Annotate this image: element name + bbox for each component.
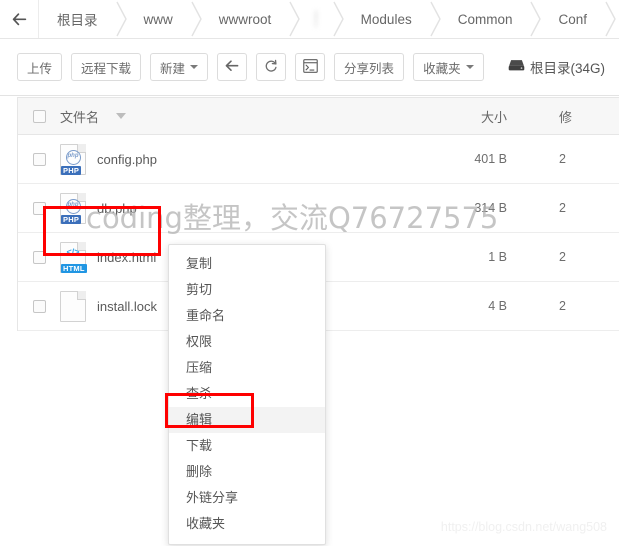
file-mtime-cell: 2: [559, 201, 566, 215]
context-menu-item-scan[interactable]: 查杀: [169, 381, 325, 407]
file-type-badge: HTML: [61, 263, 87, 273]
table-header-row: 文件名 大小 修: [18, 98, 619, 135]
breadcrumb-separator-icon: [114, 0, 130, 38]
table-row[interactable]: php PHP config.php 401 B 2: [18, 135, 619, 184]
new-button[interactable]: 新建: [150, 53, 209, 81]
file-name-cell[interactable]: php PHP db.php: [60, 192, 409, 224]
file-name-label: config.php: [97, 151, 157, 167]
file-name-cell[interactable]: php PHP config.php: [60, 143, 409, 175]
breadcrumb-separator-icon: [189, 0, 205, 38]
breadcrumb-item-wwwroot[interactable]: wwwroot: [205, 0, 288, 38]
refresh-icon: [264, 59, 278, 76]
select-all-checkbox[interactable]: [32, 109, 46, 123]
watermark-url: https://blog.csdn.net/wang508: [440, 520, 607, 534]
back-button[interactable]: [217, 53, 248, 81]
sort-desc-icon[interactable]: [116, 113, 127, 119]
html-file-icon: </> HTML: [60, 241, 87, 273]
table-row[interactable]: php PHP db.php 314 B 2: [18, 184, 619, 233]
breadcrumb-separator-icon: [287, 0, 303, 38]
breadcrumb-items: 根目录 www wwwroot Modules Common Conf: [39, 0, 619, 38]
row-checkbox[interactable]: [32, 250, 46, 264]
file-type-badge: PHP: [61, 165, 82, 175]
terminal-icon: [302, 58, 318, 76]
breadcrumb-item-root[interactable]: 根目录: [39, 0, 114, 38]
disk-usage-indicator[interactable]: 根目录(34G): [508, 57, 605, 77]
hard-disk-icon: [508, 59, 525, 75]
column-header-size[interactable]: 大小: [409, 107, 559, 126]
row-select-cell[interactable]: [18, 152, 60, 166]
new-button-label: 新建: [160, 61, 186, 76]
context-menu-item-edit[interactable]: 编辑: [169, 407, 325, 433]
column-header-name[interactable]: 文件名: [60, 107, 409, 126]
file-name-label: index.html: [97, 249, 157, 265]
php-file-icon: php PHP: [60, 143, 86, 175]
context-menu-item-rename[interactable]: 重命名: [169, 303, 325, 329]
terminal-button[interactable]: [295, 53, 326, 81]
breadcrumb-back-button[interactable]: [0, 0, 39, 38]
file-mtime-cell: 2: [559, 152, 566, 166]
context-menu-item-delete[interactable]: 删除: [169, 459, 325, 485]
row-select-cell[interactable]: [18, 250, 60, 264]
breadcrumb-item-conf[interactable]: Conf: [544, 0, 603, 38]
file-name-label: db.php: [97, 200, 137, 216]
breadcrumb-item-redacted[interactable]: [315, 10, 317, 28]
file-context-menu: 复制 剪切 重命名 权限 压缩 查杀 编辑 下载 删除 外链分享 收藏夹: [168, 244, 326, 545]
column-header-name-label: 文件名: [60, 109, 100, 125]
breadcrumb-separator-icon: [331, 0, 347, 38]
context-menu-item-copy[interactable]: 复制: [169, 251, 325, 277]
file-type-badge: PHP: [61, 214, 82, 224]
breadcrumb-separator-icon: [428, 0, 444, 38]
disk-usage-label: 根目录(34G): [529, 61, 605, 76]
refresh-button[interactable]: [256, 53, 287, 81]
chevron-down-icon: [465, 65, 474, 69]
file-size-cell: 4 B: [488, 299, 507, 313]
row-checkbox[interactable]: [32, 299, 46, 313]
file-name-label: install.lock: [97, 298, 157, 314]
file-size-cell: 1 B: [488, 250, 507, 264]
file-mtime-cell: 2: [559, 299, 566, 313]
context-menu-item-favorites[interactable]: 收藏夹: [169, 511, 325, 537]
breadcrumb: 根目录 www wwwroot Modules Common Conf: [0, 0, 619, 39]
context-menu-item-permission[interactable]: 权限: [169, 329, 325, 355]
row-select-cell[interactable]: [18, 201, 60, 215]
context-menu-item-compress[interactable]: 压缩: [169, 355, 325, 381]
file-mtime-cell: 2: [559, 250, 566, 264]
breadcrumb-item-www[interactable]: www: [130, 0, 189, 38]
row-checkbox[interactable]: [32, 152, 46, 166]
column-header-mtime[interactable]: 修: [559, 107, 619, 126]
row-select-cell[interactable]: [18, 299, 60, 313]
file-size-cell: 314 B: [474, 201, 507, 215]
breadcrumb-item-modules[interactable]: Modules: [347, 0, 428, 38]
remote-download-button[interactable]: 远程下载: [71, 53, 142, 81]
share-list-button[interactable]: 分享列表: [334, 53, 405, 81]
context-menu-item-cut[interactable]: 剪切: [169, 277, 325, 303]
arrow-left-icon: [12, 12, 27, 26]
breadcrumb-separator-icon: [528, 0, 544, 38]
php-file-icon: php PHP: [60, 192, 86, 224]
breadcrumb-item-common[interactable]: Common: [444, 0, 529, 38]
breadcrumb-separator-icon: [603, 0, 619, 38]
file-size-cell: 401 B: [474, 152, 507, 166]
favorites-button-label: 收藏夹: [423, 61, 461, 76]
generic-file-icon: [60, 290, 86, 322]
context-menu-item-download[interactable]: 下载: [169, 433, 325, 459]
context-menu-item-external-share[interactable]: 外链分享: [169, 485, 325, 511]
arrow-left-icon: [225, 59, 239, 75]
chevron-down-icon: [190, 65, 199, 69]
select-all-cell[interactable]: [18, 109, 60, 123]
favorites-button[interactable]: 收藏夹: [413, 53, 484, 81]
upload-button[interactable]: 上传: [17, 53, 63, 81]
row-checkbox[interactable]: [32, 201, 46, 215]
toolbar: 上传 远程下载 新建 分享列表 收藏夹 根目录(34G): [0, 39, 619, 96]
